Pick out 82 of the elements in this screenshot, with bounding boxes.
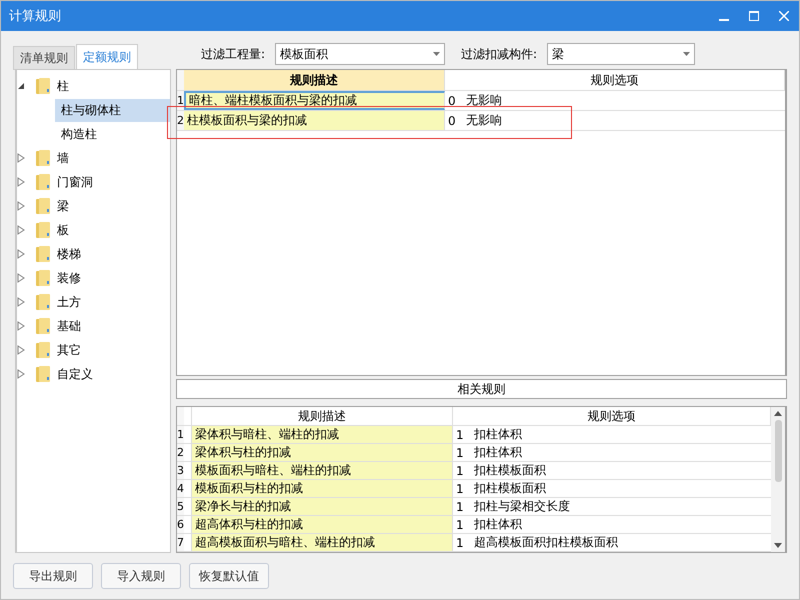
folder-icon [35, 221, 51, 239]
tree-item[interactable]: 装修 [51, 266, 87, 290]
table-cell-text: 1 超高模板面积扣柱模板面积 [455, 534, 619, 551]
table-cell-text: 1 扣柱模板面积 [455, 480, 547, 497]
tree-item[interactable]: 柱 [51, 74, 75, 98]
folder-icon [35, 197, 51, 215]
section-header: 相关规则 [176, 379, 787, 399]
expand-arrow-icon[interactable] [17, 153, 25, 163]
tab[interactable]: 定额规则 [76, 44, 138, 70]
filter-dropdown[interactable]: 模板面积 [275, 43, 446, 65]
table-cell: 梁体积与柱的扣减 [192, 444, 453, 461]
row-number: 2 [177, 111, 184, 130]
table-cell: 模板面积与暗柱、端柱的扣减 [192, 462, 453, 479]
filter-label: 过滤扣减构件: [461, 46, 538, 62]
expand-arrow-icon[interactable] [17, 297, 25, 307]
collapse-arrow-icon[interactable] [17, 82, 25, 90]
table-cell: 柱模板面积与梁的扣减 [184, 111, 445, 130]
column-header: 规则描述 [184, 70, 445, 90]
tab[interactable]: 清单规则 [13, 46, 75, 70]
tree-item[interactable]: 基础 [51, 314, 87, 338]
table-cell-text: 0 无影响 [447, 112, 503, 130]
tree-item[interactable]: 墙 [51, 146, 75, 170]
table-cell: 暗柱、端柱模板面积与梁的扣减 [184, 91, 445, 110]
row-number: 1 [177, 91, 184, 110]
scroll-thumb[interactable] [774, 420, 782, 482]
tree-item[interactable]: 梁 [51, 194, 75, 218]
table-cell: 模板面积与柱的扣减 [192, 480, 453, 497]
table-cell-text: 1 扣柱体积 [455, 444, 523, 461]
tree-item[interactable]: 柱与砌体柱 [55, 98, 170, 122]
tree-item[interactable]: 板 [51, 218, 75, 242]
action-button[interactable]: 导入规则 [101, 563, 181, 589]
folder-icon [35, 341, 51, 359]
tree-item[interactable]: 土方 [51, 290, 87, 314]
expand-arrow-icon[interactable] [17, 345, 25, 355]
table-cell-text: 1 扣柱体积 [455, 516, 523, 533]
folder-icon [35, 173, 51, 191]
dropdown-arrow-icon [433, 52, 440, 56]
tree-item[interactable]: 自定义 [51, 362, 99, 386]
row-number: 1 [177, 426, 184, 443]
folder-icon [35, 293, 51, 311]
scroll-down-icon[interactable] [774, 543, 782, 548]
table-cell: 超高体积与柱的扣减 [192, 516, 453, 533]
close-icon [779, 11, 789, 21]
table-cell-text: 1 扣柱模板面积 [455, 462, 547, 479]
table-cell: 梁体积与暗柱、端柱的扣减 [192, 426, 453, 443]
window-title: 计算规则 [9, 8, 62, 25]
table-cell-text: 0 无影响 [447, 92, 503, 110]
tree-item[interactable]: 构造柱 [55, 122, 103, 146]
expand-arrow-icon[interactable] [17, 321, 25, 331]
table-cell-text: 1 扣柱体积 [455, 426, 523, 443]
action-button[interactable]: 导出规则 [13, 563, 93, 589]
expand-arrow-icon[interactable] [17, 249, 25, 259]
action-button[interactable]: 恢复默认值 [189, 563, 269, 589]
scroll-up-icon[interactable] [774, 411, 782, 416]
tree-item[interactable]: 门窗洞 [51, 170, 99, 194]
table-cell: 超高模板面积与暗柱、端柱的扣减 [192, 534, 453, 551]
tree-item[interactable]: 其它 [51, 338, 87, 362]
expand-arrow-icon[interactable] [17, 177, 25, 187]
table-cell: 梁净长与柱的扣减 [192, 498, 453, 515]
folder-icon [35, 245, 51, 263]
expand-arrow-icon[interactable] [17, 273, 25, 283]
row-number: 6 [177, 516, 184, 533]
maximize-icon [749, 11, 759, 21]
folder-icon [35, 77, 51, 95]
minimize-icon [719, 19, 729, 21]
row-number: 7 [177, 534, 184, 551]
expand-arrow-icon[interactable] [17, 369, 25, 379]
expand-arrow-icon[interactable] [17, 225, 25, 235]
row-number: 4 [177, 480, 184, 497]
folder-icon [35, 269, 51, 287]
row-number: 5 [177, 498, 184, 515]
expand-arrow-icon[interactable] [17, 201, 25, 211]
row-number: 3 [177, 462, 184, 479]
table-cell-text: 1 扣柱与梁相交长度 [455, 498, 571, 515]
folder-icon [35, 317, 51, 335]
filter-dropdown[interactable]: 梁 [547, 43, 696, 65]
filter-label: 过滤工程量: [201, 46, 266, 62]
folder-icon [35, 365, 51, 383]
tree-item[interactable]: 楼梯 [51, 242, 87, 266]
folder-icon [35, 149, 51, 167]
dropdown-arrow-icon [683, 52, 690, 56]
row-number: 2 [177, 444, 184, 461]
